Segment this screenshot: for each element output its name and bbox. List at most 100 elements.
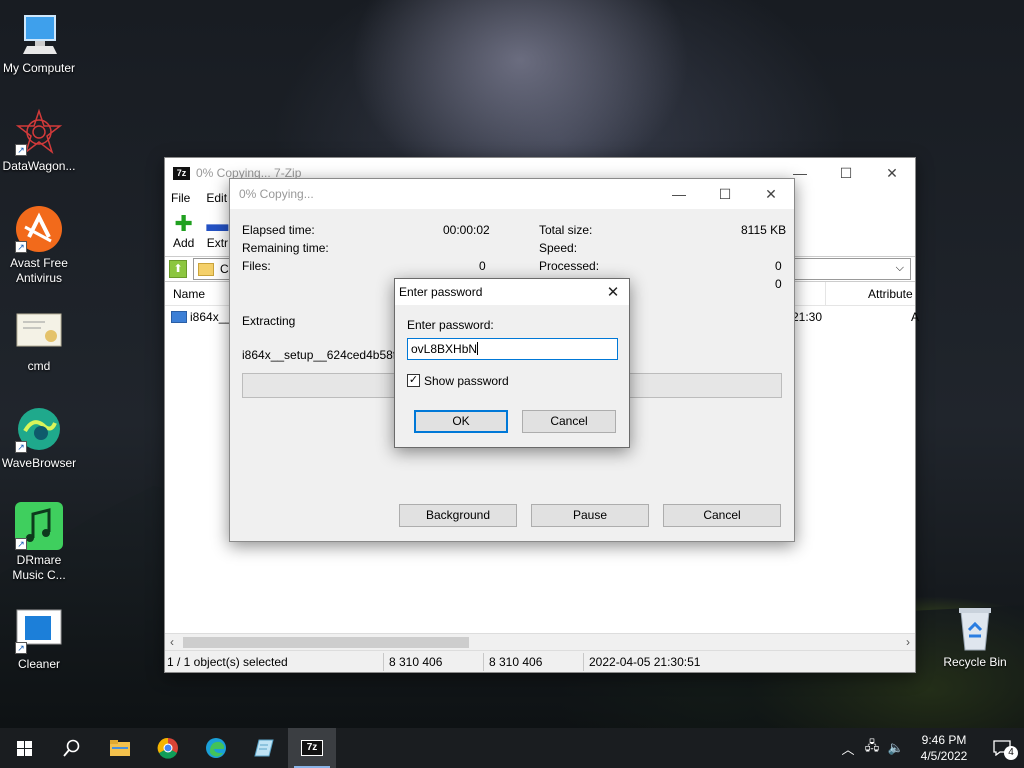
chrome-icon [157, 737, 178, 759]
close-icon[interactable]: ✕ [597, 279, 629, 305]
system-tray: ︿ 🖧 🔈 9:46 PM 4/5/2022 4 [836, 728, 1024, 768]
7zip-taskbar-icon: 7z [301, 740, 323, 756]
column-name[interactable]: Name [173, 287, 205, 301]
wavebrowser-icon: ↗ [15, 405, 63, 453]
column-attributes[interactable]: Attribute [868, 287, 913, 301]
minimize-icon[interactable]: — [656, 179, 702, 209]
current-file: i864x__setup__624ced4b58f74. [242, 348, 413, 362]
plus-icon: ✚ [174, 211, 193, 236]
taskbar-edge[interactable] [192, 728, 240, 768]
show-password-label[interactable]: Show password [424, 374, 509, 388]
close-icon[interactable]: ✕ [869, 158, 915, 188]
shortcut-arrow-icon: ↗ [15, 538, 27, 550]
total-size-label: Total size: [539, 223, 593, 237]
password-cancel-button[interactable]: Cancel [522, 410, 616, 433]
elapsed-label: Elapsed time: [242, 223, 315, 237]
desktop-icon-recycle-bin[interactable]: Recycle Bin [937, 604, 1013, 670]
network-icon[interactable]: 🖧 [860, 728, 884, 768]
status-bar: 1 / 1 object(s) selected 8 310 406 8 310… [165, 650, 915, 672]
folder-up-icon[interactable]: ⬆ [169, 260, 187, 278]
folder-icon [198, 262, 214, 276]
scrollbar-thumb[interactable] [183, 637, 469, 648]
windows-logo-icon [16, 740, 32, 756]
shortcut-arrow-icon: ↗ [15, 642, 27, 654]
progress-title: 0% Copying... [239, 187, 314, 201]
files-value: 0 [479, 259, 486, 273]
desktop-icon-drmare[interactable]: ↗ DRmare Music C... [1, 502, 77, 583]
status-selected: 1 / 1 object(s) selected [167, 655, 288, 669]
processed-value: 0 [775, 259, 782, 273]
drmare-icon: ↗ [15, 502, 63, 550]
search-button[interactable] [48, 728, 96, 768]
column-divider[interactable] [825, 282, 826, 306]
cleaner-icon: ↗ [15, 606, 63, 654]
minus-icon: ▬ [206, 211, 229, 236]
file-icon [171, 311, 187, 323]
elapsed-value: 00:00:02 [443, 223, 490, 237]
status-size: 8 310 406 [389, 655, 443, 669]
packed-value: 0 [775, 277, 782, 291]
maximize-icon[interactable]: ☐ [823, 158, 869, 188]
taskbar-file-explorer[interactable] [96, 728, 144, 768]
start-button[interactable] [0, 728, 48, 768]
7zip-logo-icon: 7z [173, 166, 190, 180]
password-prompt: Enter password: [407, 318, 494, 332]
files-label: Files: [242, 259, 271, 273]
progress-cancel-button[interactable]: Cancel [663, 504, 781, 527]
processed-label: Processed: [539, 259, 600, 273]
notification-center[interactable]: 4 [980, 728, 1024, 768]
desktop-icon-avast[interactable]: ↗ Avast Free Antivirus [1, 205, 77, 286]
maximize-icon[interactable]: ☐ [702, 179, 748, 209]
extract-button[interactable]: ▬ Extr [206, 211, 229, 251]
pause-button[interactable]: Pause [531, 504, 649, 527]
shortcut-arrow-icon: ↗ [15, 144, 27, 156]
status-modified: 2022-04-05 21:30:51 [589, 655, 701, 669]
enter-password-dialog: Enter password ✕ Enter password: ovL8BXH… [394, 278, 630, 448]
action-label: Extracting [242, 314, 296, 328]
avast-icon: ↗ [15, 205, 63, 253]
horizontal-scrollbar[interactable]: ‹ › [165, 633, 915, 650]
password-dialog-title: Enter password [399, 285, 483, 299]
text-caret [477, 342, 479, 355]
close-icon[interactable]: ✕ [748, 179, 794, 209]
password-input[interactable]: ovL8BXHbN [407, 338, 618, 360]
scroll-left-icon[interactable]: ‹ [170, 635, 174, 649]
search-icon [63, 739, 80, 757]
desktop-icon-my-computer[interactable]: My Computer [1, 10, 77, 76]
chevron-up-icon[interactable]: ︿ [836, 728, 860, 768]
notepad-icon [254, 739, 274, 757]
progress-titlebar[interactable]: 0% Copying... — ☐ ✕ [230, 179, 794, 209]
datawagon-icon: ↗ [15, 108, 63, 156]
recycle-bin-icon [951, 604, 999, 652]
file-modified: 21:30 [792, 310, 823, 324]
file-attr: A [911, 310, 920, 324]
desktop-icon-wavebrowser[interactable]: ↗ WaveBrowser [1, 405, 77, 471]
password-titlebar[interactable]: Enter password ✕ [395, 279, 629, 305]
total-size-value: 8115 KB [741, 223, 787, 237]
certificate-icon [15, 308, 63, 356]
status-packed: 8 310 406 [489, 655, 543, 669]
file-explorer-icon [110, 740, 130, 756]
speaker-icon[interactable]: 🔈 [884, 728, 908, 768]
taskbar-chrome[interactable] [144, 728, 192, 768]
taskbar-notepad[interactable] [240, 728, 288, 768]
show-password-checkbox[interactable]: ✓ [407, 374, 420, 387]
taskbar-7zip[interactable]: 7z [288, 728, 336, 768]
desktop-icon-datawagon[interactable]: ↗ DataWagon... [1, 108, 77, 174]
edge-icon [206, 738, 226, 758]
menu-file[interactable]: File [171, 191, 190, 205]
desktop-icon-cmd[interactable]: cmd [1, 308, 77, 374]
taskbar: 7z ︿ 🖧 🔈 9:46 PM 4/5/2022 4 [0, 728, 1024, 768]
computer-icon [15, 10, 63, 58]
ok-button[interactable]: OK [414, 410, 508, 433]
clock[interactable]: 9:46 PM 4/5/2022 [908, 732, 980, 764]
shortcut-arrow-icon: ↗ [15, 441, 27, 453]
menu-edit[interactable]: Edit [206, 191, 227, 205]
remaining-label: Remaining time: [242, 241, 329, 255]
chevron-down-icon[interactable]: ⌵ [896, 262, 904, 275]
desktop-icon-cleaner[interactable]: ↗ Cleaner [1, 606, 77, 672]
scroll-right-icon[interactable]: › [906, 635, 910, 649]
shortcut-arrow-icon: ↗ [15, 241, 27, 253]
add-button[interactable]: ✚ Add [173, 211, 194, 251]
background-button[interactable]: Background [399, 504, 517, 527]
